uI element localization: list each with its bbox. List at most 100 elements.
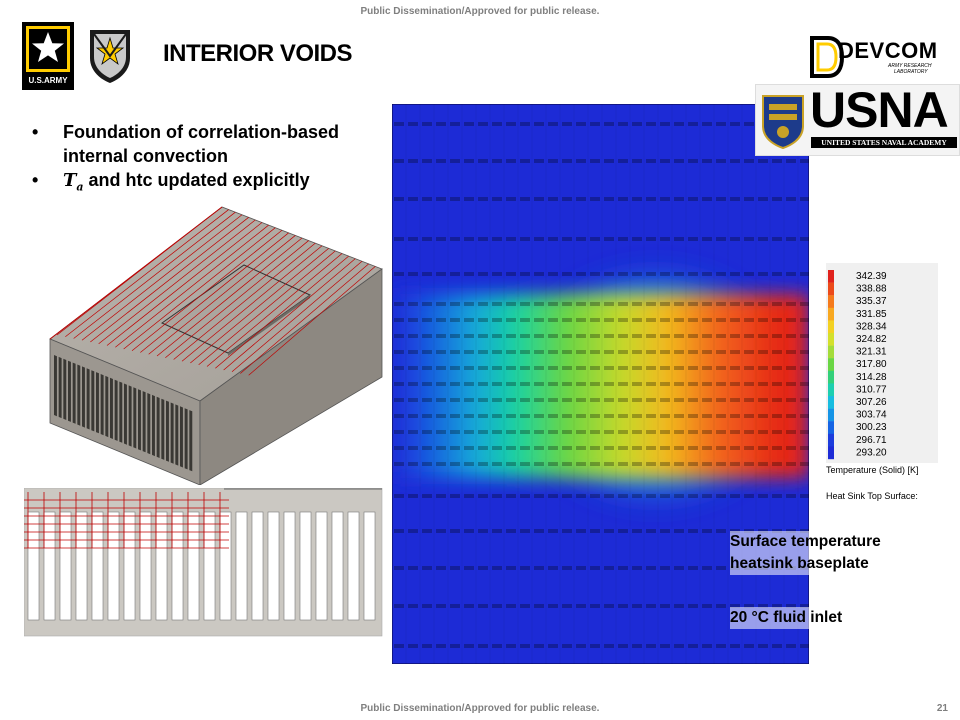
fin-slot bbox=[184, 408, 188, 470]
legend-label: 293.20 bbox=[856, 447, 887, 458]
value-cell bbox=[450, 462, 460, 466]
value-cell bbox=[520, 302, 530, 306]
value-cell bbox=[408, 122, 418, 126]
value-cell bbox=[436, 237, 446, 241]
value-cell bbox=[450, 237, 460, 241]
value-cell bbox=[800, 446, 809, 450]
value-cell bbox=[618, 334, 628, 338]
value-cell bbox=[674, 122, 684, 126]
value-cell bbox=[436, 272, 446, 276]
legend-swatch bbox=[828, 345, 834, 359]
value-cell bbox=[506, 382, 516, 386]
value-cell bbox=[590, 366, 600, 370]
value-cell bbox=[422, 566, 432, 570]
temperature-legend: 342.39 338.88335.37 331.85328.34 324.82 321.… bbox=[826, 263, 938, 463]
bullet-item: Ta and htc updated explicitly bbox=[32, 168, 382, 200]
value-cell bbox=[408, 302, 418, 306]
value-cell bbox=[478, 272, 488, 276]
value-cell bbox=[394, 446, 404, 450]
value-cell bbox=[492, 644, 502, 648]
value-cell bbox=[478, 529, 488, 533]
value-cell bbox=[772, 462, 782, 466]
value-cell bbox=[562, 446, 572, 450]
value-cell bbox=[660, 122, 670, 126]
value-cell bbox=[436, 122, 446, 126]
value-cell bbox=[478, 398, 488, 402]
value-cell bbox=[464, 462, 474, 466]
value-cell bbox=[436, 350, 446, 354]
value-cell bbox=[660, 446, 670, 450]
fin-slot bbox=[110, 377, 113, 439]
value-cell bbox=[716, 382, 726, 386]
value-cell bbox=[688, 237, 698, 241]
value-cell bbox=[632, 366, 642, 370]
channel-slot bbox=[219, 511, 232, 621]
value-cell bbox=[422, 366, 432, 370]
value-cell bbox=[520, 334, 530, 338]
value-cell bbox=[492, 446, 502, 450]
legend-swatch bbox=[828, 421, 834, 434]
callout-line: Surface temperature bbox=[730, 533, 881, 550]
legend-swatch bbox=[828, 370, 834, 384]
value-cell bbox=[758, 366, 768, 370]
value-cell bbox=[534, 272, 544, 276]
value-cell bbox=[576, 644, 586, 648]
legend-swatch bbox=[828, 433, 834, 447]
value-cell bbox=[604, 122, 614, 126]
legend-label: 296.71 bbox=[856, 435, 887, 446]
channel-slot bbox=[43, 511, 56, 621]
value-cell bbox=[506, 446, 516, 450]
value-cell bbox=[436, 366, 446, 370]
legend-swatch bbox=[828, 307, 834, 321]
value-cell bbox=[730, 462, 740, 466]
value-cell bbox=[646, 430, 656, 434]
value-cell bbox=[576, 430, 586, 434]
value-cell bbox=[632, 334, 642, 338]
channel-slot bbox=[267, 511, 280, 621]
value-cell bbox=[478, 414, 488, 418]
value-cell bbox=[674, 430, 684, 434]
legend-swatch bbox=[828, 333, 834, 346]
value-cell bbox=[436, 414, 446, 418]
value-cell bbox=[702, 462, 712, 466]
value-cell bbox=[702, 122, 712, 126]
channel-slot bbox=[171, 511, 184, 621]
value-cell bbox=[562, 644, 572, 648]
value-cell bbox=[464, 237, 474, 241]
fin-slot bbox=[138, 389, 141, 451]
value-cell bbox=[408, 382, 418, 386]
value-cell bbox=[604, 382, 614, 386]
usna-crest-icon bbox=[762, 95, 804, 150]
value-cell bbox=[590, 398, 600, 402]
value-cell bbox=[506, 644, 516, 648]
value-cell bbox=[408, 398, 418, 402]
value-cell bbox=[394, 122, 404, 126]
fin-slot bbox=[63, 358, 67, 420]
shield-icon bbox=[90, 30, 130, 83]
value-cell bbox=[702, 350, 712, 354]
value-cell bbox=[548, 644, 558, 648]
value-cell bbox=[786, 414, 796, 418]
value-cell bbox=[576, 302, 586, 306]
value-cell bbox=[534, 122, 544, 126]
value-cell bbox=[394, 604, 404, 608]
value-cell bbox=[646, 197, 656, 201]
value-cell bbox=[534, 446, 544, 450]
value-cell bbox=[548, 159, 558, 163]
value-cell bbox=[492, 398, 502, 402]
value-cell bbox=[520, 382, 530, 386]
value-cell bbox=[436, 430, 446, 434]
value-cell bbox=[646, 382, 656, 386]
fin-slot bbox=[156, 396, 160, 458]
value-cell bbox=[408, 159, 418, 163]
value-cell bbox=[436, 318, 446, 322]
bullet-text: and htc updated explicitly bbox=[83, 170, 310, 190]
value-cell bbox=[688, 302, 698, 306]
value-cell bbox=[772, 318, 782, 322]
value-cell bbox=[506, 566, 516, 570]
value-cell bbox=[590, 272, 600, 276]
value-cell bbox=[520, 446, 530, 450]
value-cell bbox=[422, 494, 432, 498]
value-cell bbox=[772, 197, 782, 201]
value-cell bbox=[422, 272, 432, 276]
